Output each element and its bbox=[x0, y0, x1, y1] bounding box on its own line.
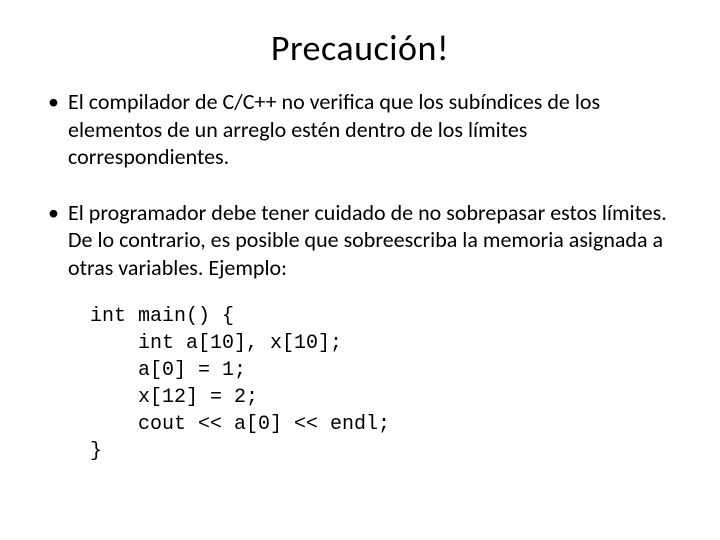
slide-title: Precaución! bbox=[44, 26, 676, 70]
slide: Precaución! El compilador de C/C++ no ve… bbox=[0, 0, 720, 540]
bullet-list: El compilador de C/C++ no verifica que l… bbox=[44, 88, 676, 281]
list-item: El compilador de C/C++ no verifica que l… bbox=[44, 88, 676, 171]
bullet-text: El programador debe tener cuidado de no … bbox=[68, 199, 667, 281]
code-block: int main() { int a[10], x[10]; a[0] = 1;… bbox=[90, 303, 676, 465]
list-item: El programador debe tener cuidado de no … bbox=[44, 199, 676, 282]
bullet-text: El compilador de C/C++ no verifica que l… bbox=[68, 88, 600, 170]
